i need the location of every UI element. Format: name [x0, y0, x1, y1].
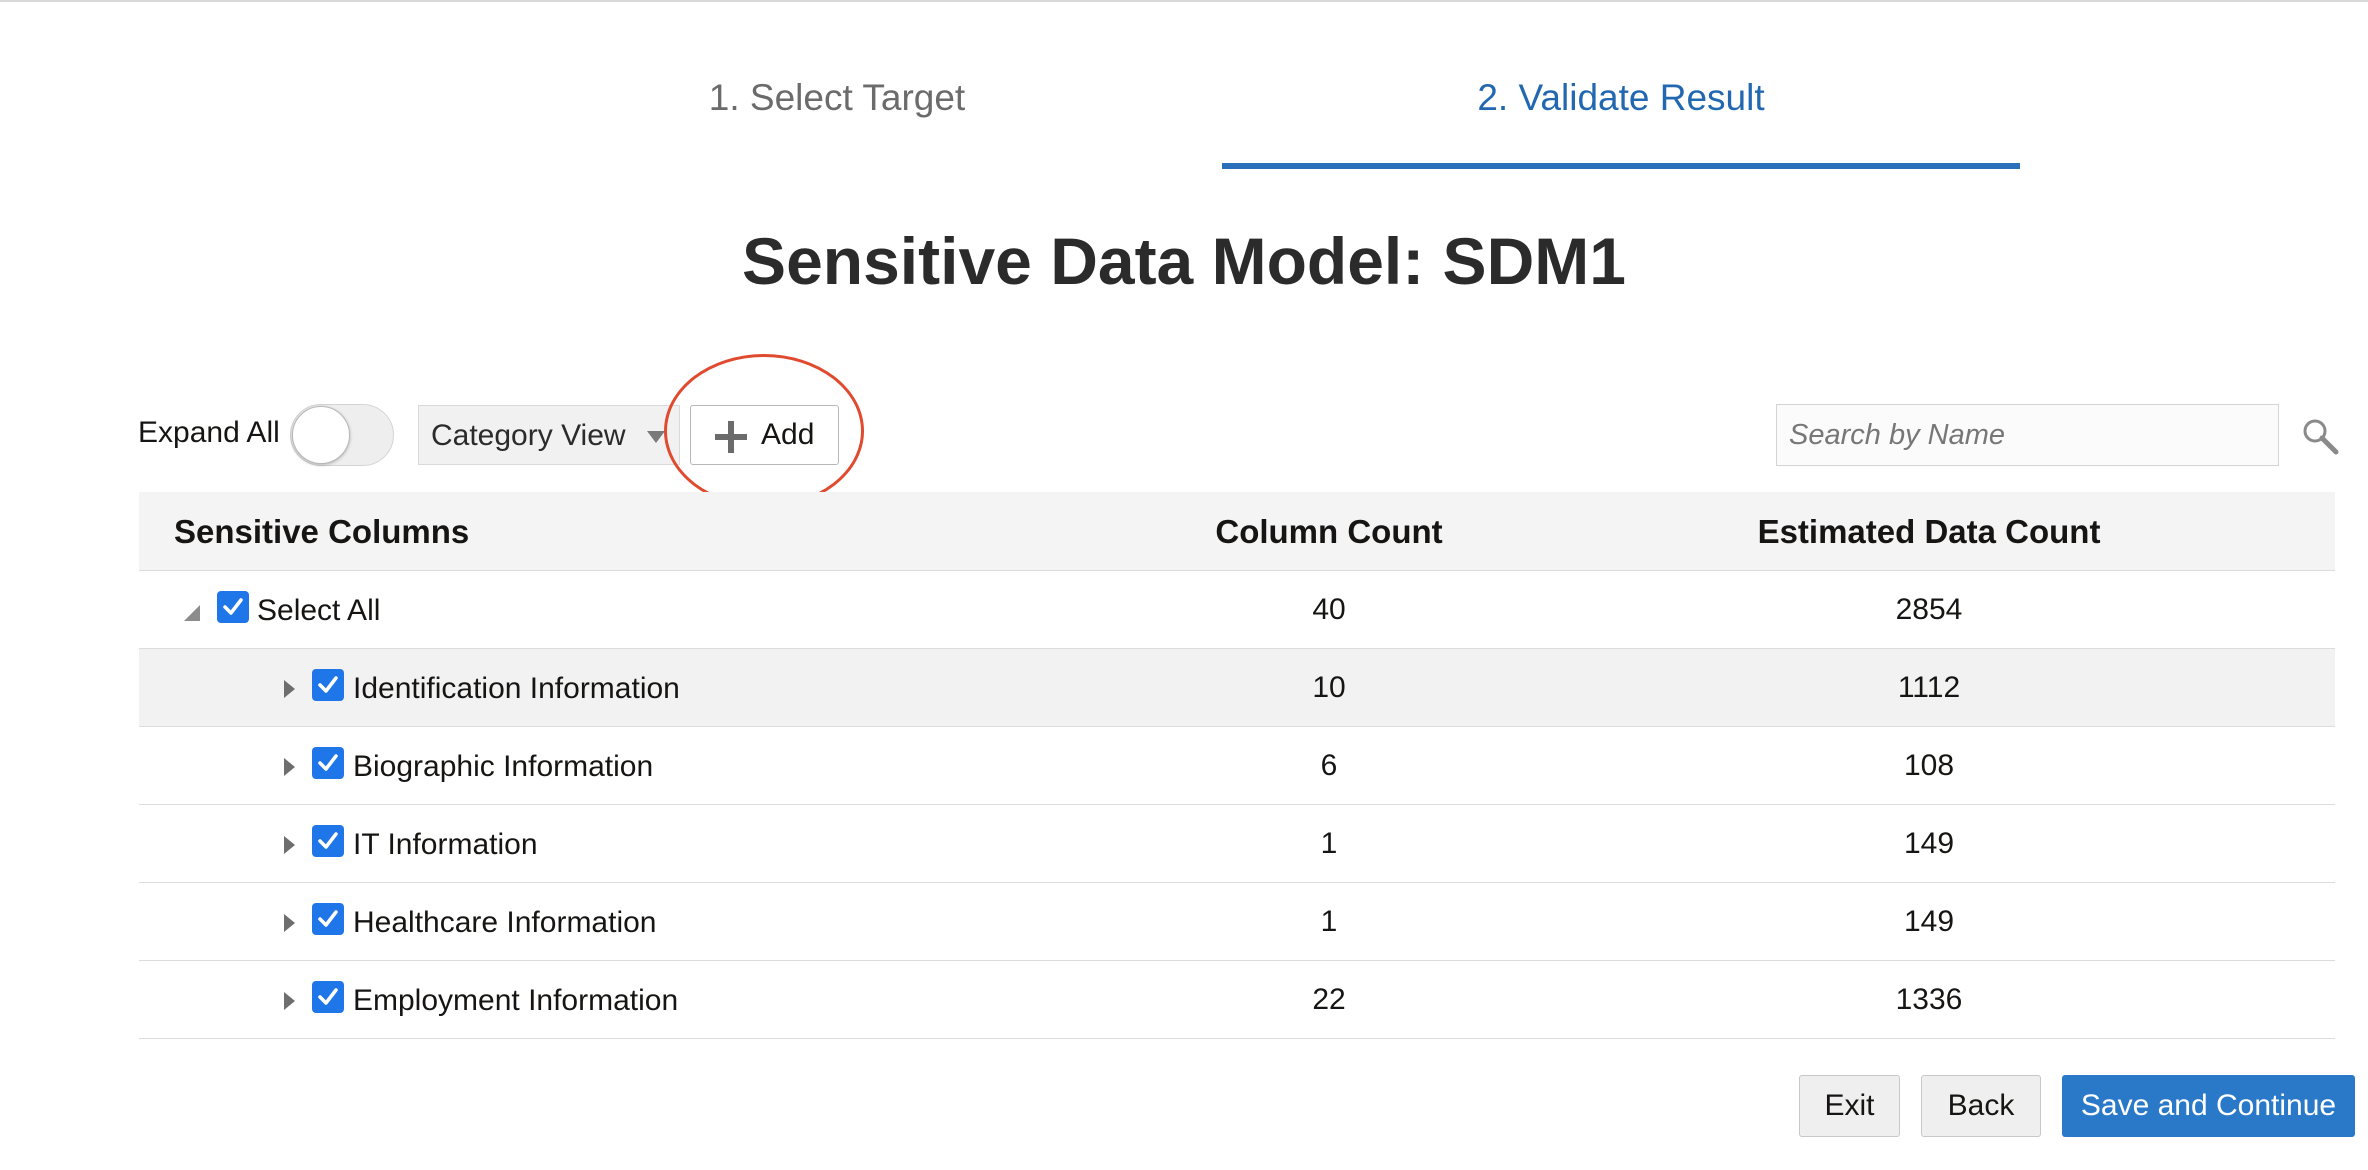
table-row[interactable]: Healthcare Information 1 149 — [139, 883, 2335, 961]
select-all-checkbox[interactable] — [217, 591, 249, 623]
checkmark-icon — [318, 988, 338, 1005]
checkmark-icon — [223, 598, 243, 615]
column-header-estimated-data-count[interactable]: Estimated Data Count — [1719, 492, 2139, 571]
exit-button[interactable]: Exit — [1799, 1075, 1900, 1137]
expand-all-toggle[interactable] — [290, 404, 394, 466]
expand-icon[interactable] — [284, 836, 295, 854]
view-select-value: Category View — [431, 419, 626, 452]
wizard-step-validate-result[interactable]: 2. Validate Result — [1222, 72, 2020, 124]
row-label: Identification Information — [353, 672, 680, 705]
estimated-data-count-cell: 149 — [1903, 905, 1955, 938]
table-row[interactable]: Identification Information 10 1112 — [139, 649, 2335, 727]
row-checkbox[interactable] — [312, 747, 344, 779]
row-label: Healthcare Information — [353, 906, 657, 939]
estimated-data-count-cell: 108 — [1903, 749, 1955, 782]
row-label: Employment Information — [353, 984, 679, 1017]
checkmark-icon — [318, 832, 338, 849]
row-checkbox[interactable] — [312, 825, 344, 857]
wizard-step-select-target[interactable]: 1. Select Target — [562, 72, 1112, 124]
checkmark-icon — [318, 676, 338, 693]
estimated-data-count-cell: 1112 — [1897, 671, 1961, 704]
estimated-data-count-cell: 149 — [1903, 827, 1955, 860]
save-and-continue-button[interactable]: Save and Continue — [2062, 1075, 2355, 1137]
toggle-knob — [292, 406, 350, 464]
column-count-cell: 40 — [1312, 593, 1346, 626]
plus-icon — [715, 421, 747, 453]
add-button-label: Add — [761, 418, 815, 451]
caret-down-icon — [647, 431, 665, 443]
checkmark-icon — [318, 910, 338, 927]
back-button[interactable]: Back — [1921, 1075, 2041, 1137]
page: 1. Select Target 2. Validate Result Sens… — [0, 0, 2368, 1170]
table-row[interactable]: Biographic Information 6 108 — [139, 727, 2335, 805]
row-label: Biographic Information — [353, 750, 654, 783]
table-row-select-all[interactable]: Select All 40 2854 — [139, 571, 2335, 649]
column-count-cell: 1 — [1320, 905, 1338, 938]
row-label: IT Information — [353, 828, 538, 861]
top-divider — [0, 0, 2368, 2]
search-icon[interactable] — [2300, 416, 2340, 456]
estimated-data-count-cell: 1336 — [1895, 983, 1963, 1016]
view-select[interactable]: Category View — [418, 405, 680, 465]
active-step-indicator — [1222, 163, 2020, 169]
select-all-label: Select All — [257, 594, 381, 627]
page-title: Sensitive Data Model: SDM1 — [742, 224, 1626, 298]
column-header-column-count[interactable]: Column Count — [1119, 492, 1539, 571]
column-count-cell: 6 — [1320, 749, 1338, 782]
expand-icon[interactable] — [284, 680, 295, 698]
row-checkbox[interactable] — [312, 669, 344, 701]
table-row[interactable]: IT Information 1 149 — [139, 805, 2335, 883]
sensitive-columns-table: Sensitive Columns Column Count Estimated… — [139, 492, 2335, 1039]
row-checkbox[interactable] — [312, 981, 344, 1013]
row-checkbox[interactable] — [312, 903, 344, 935]
column-count-cell: 22 — [1312, 983, 1346, 1016]
add-button[interactable]: Add — [690, 405, 839, 465]
column-count-cell: 10 — [1312, 671, 1346, 704]
table-header: Sensitive Columns Column Count Estimated… — [139, 492, 2335, 571]
expand-icon[interactable] — [284, 914, 295, 932]
checkmark-icon — [318, 754, 338, 771]
collapse-icon[interactable] — [184, 605, 200, 621]
expand-icon[interactable] — [284, 992, 295, 1010]
expand-all-label: Expand All — [138, 416, 280, 449]
search-input[interactable] — [1776, 404, 2279, 466]
column-count-cell: 1 — [1320, 827, 1338, 860]
expand-icon[interactable] — [284, 758, 295, 776]
table-row[interactable]: Employment Information 22 1336 — [139, 961, 2335, 1039]
estimated-data-count-cell: 2854 — [1895, 593, 1963, 626]
column-header-sensitive-columns[interactable]: Sensitive Columns — [174, 492, 469, 571]
